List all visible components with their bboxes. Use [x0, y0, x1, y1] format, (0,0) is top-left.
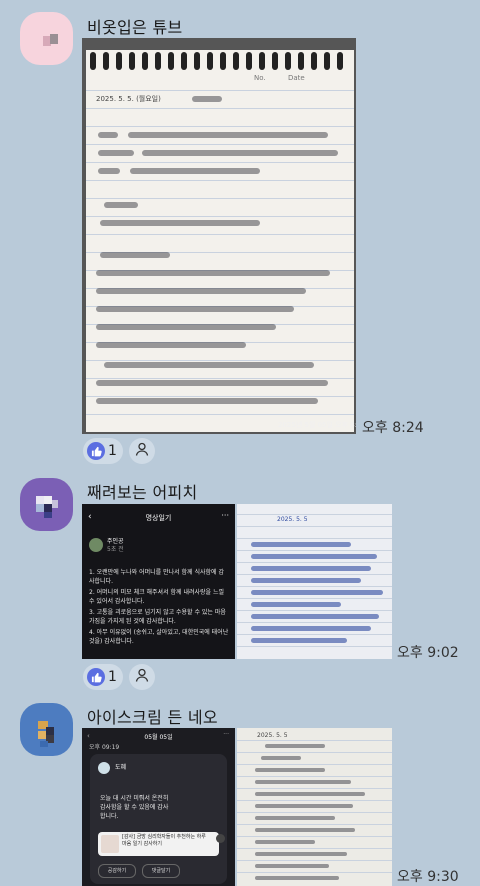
avatar — [98, 762, 110, 774]
app-title: 명상일기 — [145, 514, 172, 522]
person-icon — [134, 441, 150, 461]
sender-name: 째려보는 어피치 — [87, 483, 198, 502]
comment-button[interactable]: 댓글달기 — [142, 864, 180, 878]
post-time: 5초 전 — [107, 546, 124, 553]
avatar — [89, 538, 103, 552]
screenshot-attachment[interactable]: ‹ 명상일기 ··· 주인공 5초 전 1. 오랜만에 누나와 어머니를 만나서… — [82, 504, 235, 659]
photo-attachment[interactable]: No. Date 2025. 5. 5. (월요일) 2025년 5월 05일 … — [82, 38, 356, 434]
diary-text: 오늘 대 시간 미뤄서 온전히 감사함을 할 수 있음에 감사합니다. — [100, 795, 169, 820]
message-time: 오후 9:30 — [397, 869, 459, 885]
reaction-like[interactable]: 1 — [83, 664, 123, 690]
card-text: [감사] 금방 심리학자들이 추천하는 하루 마음 일기 감사하기 — [122, 834, 206, 847]
like-button[interactable]: 공감하기 — [98, 864, 136, 878]
time-label: 오후 09:19 — [89, 744, 120, 751]
diary-line: 3. 고통을 괴로움으로 넘기지 않고 수용할 수 있는 마음가짐을 가지게 된… — [89, 609, 226, 625]
add-reaction-button[interactable] — [129, 664, 155, 690]
app-title: 05월 05일 — [144, 734, 173, 741]
avatar[interactable] — [20, 703, 73, 756]
photo-attachment[interactable]: 2025. 5. 5 — [237, 504, 392, 659]
diary-line: 2. 어머니의 미모 체크 해주셔서 함께 내려사랑을 느낄 수 있어서 감사합… — [89, 589, 224, 605]
reaction-count: 1 — [108, 443, 117, 459]
reaction-like[interactable]: 1 — [83, 438, 123, 464]
reaction-count: 1 — [108, 669, 117, 685]
handwritten-date: 2025. 5. 5. (월요일) — [96, 95, 161, 103]
link-card[interactable]: [감사] 금방 심리학자들이 추천하는 하루 마음 일기 감사하기 — [98, 832, 219, 856]
sender-name: 비옷입은 튜브 — [87, 18, 183, 37]
more-icon: ··· — [221, 511, 229, 520]
play-icon — [216, 834, 225, 843]
message-time: 오후 9:02 — [397, 645, 459, 661]
diary-line: 4. 아무 이유없이 (송쉬고, 살아있고, 대한민국에 태어난 것을) 감사합… — [89, 629, 229, 645]
avatar[interactable] — [20, 12, 73, 65]
add-reaction-button[interactable] — [129, 438, 155, 464]
user-name: 도혜 — [115, 764, 127, 771]
photo-attachment[interactable]: 2025. 5. 5 — [237, 728, 392, 886]
handwritten-date: 2025. 5. 5 — [277, 516, 308, 523]
thumbs-up-icon — [87, 668, 105, 686]
more-icon: ··· — [223, 731, 229, 738]
message-time: 오후 8:24 — [362, 420, 424, 436]
handwritten-date: 2025. 5. 5 — [257, 732, 288, 739]
screenshot-attachment[interactable]: ‹ 05월 05일 ··· 오후 09:19 도혜 오늘 대 시간 미뤄서 온전… — [82, 728, 235, 886]
diary-line: 1. 오랜만에 누나와 어머니를 만나서 함께 식사함에 감사합니다. — [89, 569, 224, 585]
photo-timestamp: 2025년 5월 05일 오후 8: — [278, 421, 356, 429]
thumbs-up-icon — [87, 442, 105, 460]
person-icon — [134, 667, 150, 687]
sender-name: 아이스크림 든 네오 — [87, 708, 218, 727]
avatar[interactable] — [20, 478, 73, 531]
